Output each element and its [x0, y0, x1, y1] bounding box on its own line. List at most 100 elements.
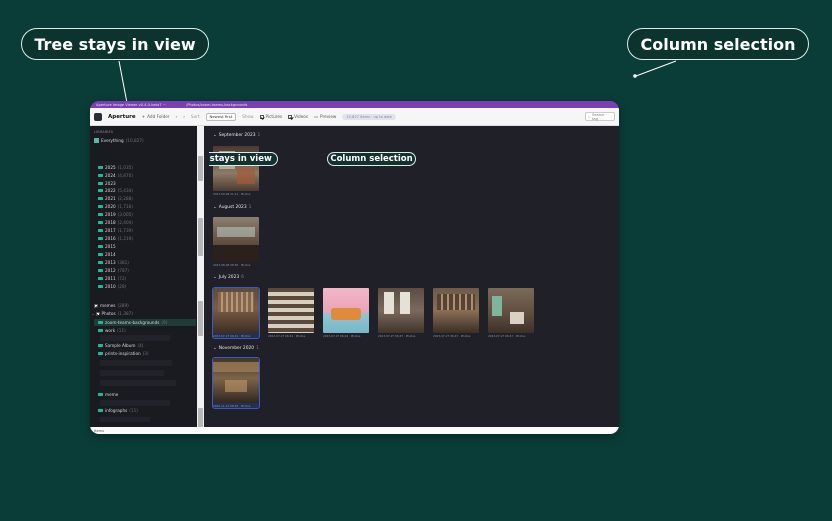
sidebar-item-count: (72)	[117, 276, 127, 281]
sidebar-item-count: (787)	[117, 268, 129, 273]
section-header-nov-2020[interactable]: ⌄ November 2020 1	[213, 346, 259, 351]
sort-select[interactable]: Newest first	[205, 112, 237, 121]
column-callout-inline-label: Column selection	[330, 154, 413, 164]
sidebar-item-label: 2022	[105, 188, 116, 193]
preview-button[interactable]: ▭ Preview	[314, 114, 336, 119]
photo-thumbnail-selected[interactable]: 2023-07-27 06:41 · Photos	[212, 287, 260, 339]
sidebar-item-photos[interactable]: ⌄ Photos (1,387)	[91, 310, 133, 317]
folder-icon	[98, 343, 103, 348]
photo-caption: 2023-07-27 06:41 · Photos	[213, 334, 251, 338]
sidebar-item-year[interactable]: 2015	[98, 243, 118, 250]
sidebar-item-memes[interactable]: memes (289)	[94, 302, 129, 309]
preview-icon: ▭	[314, 114, 319, 119]
photo-thumbnail[interactable]: 2023-07-27 06:47 · Photos	[378, 288, 424, 338]
photo-grid: ⌄ September 2023 1 2023-09-08 21:21 · Phot…	[209, 126, 619, 427]
sidebar-item-year[interactable]: 2025 (1,035)	[98, 164, 133, 171]
section-header-sep-2023[interactable]: ⌄ September 2023 1	[213, 133, 260, 138]
sidebar-item-label: Photos	[101, 311, 116, 316]
folder-icon	[98, 244, 103, 249]
sidebar-item-prints-inspiration[interactable]: prints-inspiration (3)	[98, 350, 149, 357]
sidebar-item-year[interactable]: 2016 (1,219)	[98, 235, 133, 242]
folder-icon	[98, 408, 103, 413]
section-header-jul-2023[interactable]: ⌄ July 2023 6	[213, 275, 244, 280]
section-title: July 2023	[218, 275, 240, 280]
folder-icon	[98, 351, 103, 356]
folder-icon	[98, 204, 103, 209]
sidebar-item-label: 2014	[105, 252, 116, 257]
scrollbar-thumb[interactable]	[198, 408, 203, 428]
section-count: 1	[257, 133, 261, 138]
sidebar-item-label: 2018	[105, 220, 116, 225]
sidebar-item-label: infographs	[105, 408, 128, 413]
sidebar-item-sample-album[interactable]: Sample Album (4)	[98, 342, 143, 349]
chevron-down-icon: ⌄	[213, 275, 217, 280]
sidebar-item-year[interactable]: 2018 (2,404)	[98, 219, 133, 226]
sidebar-item-year[interactable]: 2020 (1,716)	[98, 203, 133, 210]
nav-forward-button[interactable]: ›	[183, 114, 185, 119]
sidebar-item-zoom-teams-backgrounds[interactable]: zoom-teams-backgrounds (9)	[98, 319, 167, 326]
add-folder-button[interactable]: + Add Folder	[142, 114, 170, 119]
photo-thumbnail-selected[interactable]: 2020-11-13 08:29 · Photos	[212, 357, 260, 409]
search-input[interactable]: ⌕ Search · tag	[585, 112, 615, 121]
sidebar-item-everything[interactable]: Everything (10,827)	[94, 137, 144, 144]
sidebar-item-label: prints-inspiration	[105, 351, 141, 356]
scrollbar-thumb[interactable]	[198, 218, 203, 256]
sidebar-item-year[interactable]: 2019 (3,005)	[98, 211, 133, 218]
chevron-down-icon: ⌄	[91, 311, 95, 316]
search-placeholder: Search · tag	[592, 112, 607, 121]
nav-back-button[interactable]: ‹	[176, 114, 178, 119]
videos-toggle[interactable]: Videos	[288, 114, 308, 119]
sidebar-item-year[interactable]: 2013 (381)	[98, 259, 129, 266]
sidebar-item-year[interactable]: 2014	[98, 251, 118, 258]
sidebar-scrollbar[interactable]	[197, 126, 204, 428]
sidebar-item-year[interactable]: 2024 (4,870)	[98, 172, 133, 179]
items-status-pill: 10,827 items · up to date	[342, 113, 397, 120]
section-header-aug-2023[interactable]: ⌄ August 2023 1	[213, 205, 251, 210]
checkbox-icon	[94, 303, 98, 308]
sidebar-item-year[interactable]: 2023	[98, 180, 118, 187]
sidebar-item-year[interactable]: 2021 (2,288)	[98, 195, 133, 202]
videos-label: Videos	[294, 114, 309, 119]
sidebar-item-label: 2019	[105, 212, 116, 217]
window-path: /Photos/zoom-teams-backgrounds	[186, 102, 248, 107]
photo-thumbnail[interactable]: 2023-07-27 06:44 · Photos	[268, 288, 314, 338]
photo-thumbnail[interactable]: 2023-08-08 08:38 · Photos	[213, 217, 259, 267]
photo-thumbnail[interactable]: 2023-07-27 06:47 · Photos	[488, 288, 534, 338]
column-callout-inline: Column selection	[327, 152, 416, 166]
blurred-row	[100, 335, 170, 341]
sidebar-item-label: 2023	[105, 181, 116, 186]
photo-image	[213, 217, 259, 262]
sidebar-item-meme[interactable]: meme	[98, 391, 118, 398]
sidebar-item-year[interactable]: 2012 (787)	[98, 267, 129, 274]
photo-image	[378, 288, 424, 333]
sidebar-item-count: (3)	[142, 351, 149, 356]
sidebar-item-year[interactable]: 2022 (5,434)	[98, 187, 133, 194]
status-bar: Items	[90, 427, 619, 434]
sidebar-item-count: (10,827)	[125, 138, 144, 143]
sidebar-item-work[interactable]: work (11)	[98, 327, 126, 334]
folder-icon	[98, 392, 103, 397]
sidebar-item-year[interactable]: 2011 (72)	[98, 275, 126, 282]
sidebar-item-count: (9)	[161, 320, 168, 325]
blurred-row	[100, 380, 176, 386]
chevron-down-icon: ⌄	[213, 205, 217, 210]
folder-icon	[98, 212, 103, 217]
scrollbar-thumb[interactable]	[198, 156, 203, 181]
pictures-toggle[interactable]: Pictures	[259, 114, 282, 119]
sidebar-item-label: 2012	[105, 268, 116, 273]
scrollbar-thumb[interactable]	[198, 301, 203, 336]
folder-icon	[98, 320, 103, 325]
sidebar-item-infographs[interactable]: infographs (11)	[98, 407, 138, 414]
sidebar-item-label: 2015	[105, 244, 116, 249]
sidebar-item-label: zoom-teams-backgrounds	[105, 320, 160, 325]
photo-thumbnail[interactable]: 2023-07-27 06:47 · Photos	[433, 288, 479, 338]
photo-thumbnail[interactable]: 2023-07-27 06:44 · Photos	[323, 288, 369, 338]
checkbox-icon	[259, 114, 264, 119]
sidebar-item-count: (11)	[129, 408, 138, 413]
folder-icon	[98, 260, 103, 265]
tree-callout-inline: Tree stays in view	[209, 152, 278, 166]
grid-icon	[94, 138, 99, 143]
sidebar-item-year[interactable]: 2010 (28)	[98, 283, 126, 290]
sidebar-item-year[interactable]: 2017 (1,739)	[98, 227, 133, 234]
sidebar-item-count: (4)	[137, 343, 144, 348]
